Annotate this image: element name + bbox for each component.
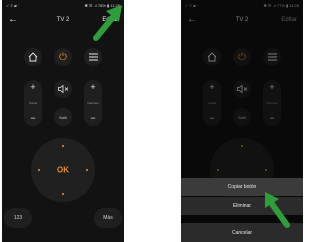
plus-icon[interactable]: + bbox=[90, 83, 95, 92]
dpad-right[interactable] bbox=[86, 169, 88, 171]
volume-rocker[interactable]: + Volumen − bbox=[84, 80, 102, 126]
home-button[interactable] bbox=[203, 48, 221, 66]
power-icon: ⏻ bbox=[59, 51, 67, 63]
menu-icon bbox=[88, 53, 98, 61]
ok-button[interactable]: OK bbox=[57, 166, 69, 175]
home-button[interactable] bbox=[24, 48, 42, 66]
channel-label: Canal bbox=[29, 101, 37, 105]
status-left: ✓ ≡ ▰ · bbox=[6, 2, 20, 8]
channel-rocker[interactable]: + Canal − bbox=[203, 80, 221, 126]
dpad-down[interactable] bbox=[62, 193, 64, 195]
minus-icon[interactable]: − bbox=[209, 114, 214, 123]
edit-button[interactable]: Editar bbox=[281, 17, 297, 23]
pointer-arrow-icon bbox=[93, 5, 122, 41]
minus-icon[interactable]: − bbox=[269, 114, 274, 123]
mute-icon bbox=[236, 85, 247, 93]
minus-icon[interactable]: − bbox=[90, 114, 95, 123]
mute-button[interactable] bbox=[54, 80, 72, 98]
exit-button[interactable]: Salir bbox=[54, 108, 72, 126]
more-button[interactable]: Más bbox=[94, 208, 122, 228]
directional-pad[interactable]: OK bbox=[31, 138, 95, 202]
volume-rocker[interactable]: + Volumen − bbox=[263, 80, 281, 126]
numbers-button[interactable]: 123 bbox=[4, 208, 32, 228]
dpad-right[interactable] bbox=[265, 169, 267, 171]
mute-button[interactable] bbox=[233, 80, 251, 98]
home-icon bbox=[207, 52, 217, 62]
status-left: ✓ ≡ ▰ · bbox=[185, 2, 199, 8]
power-icon: ⏻ bbox=[238, 51, 246, 63]
exit-button[interactable]: Salir bbox=[233, 108, 251, 126]
app-bar: ← TV 2 Editar bbox=[181, 12, 303, 30]
menu-button[interactable] bbox=[84, 48, 102, 66]
power-button[interactable]: ⏻ bbox=[54, 48, 72, 66]
minus-icon[interactable]: − bbox=[30, 114, 35, 123]
mute-icon bbox=[57, 85, 68, 93]
dpad-left[interactable] bbox=[217, 169, 219, 171]
volume-label: Volumen bbox=[87, 101, 99, 105]
menu-icon bbox=[267, 53, 277, 61]
status-bar: ✓ ≡ ▰ · ✱ ☰ .ıl 77% ▮ 11:28 bbox=[181, 0, 303, 10]
plus-icon[interactable]: + bbox=[269, 83, 274, 92]
plus-icon[interactable]: + bbox=[30, 83, 35, 92]
menu-button[interactable] bbox=[263, 48, 281, 66]
pointer-arrow-icon bbox=[265, 192, 290, 228]
status-right: ✱ ☰ .ıl 77% ▮ 11:28 bbox=[263, 2, 299, 8]
plus-icon[interactable]: + bbox=[209, 83, 214, 92]
channel-rocker[interactable]: + Canal − bbox=[24, 80, 42, 126]
channel-label: Canal bbox=[208, 101, 216, 105]
home-icon bbox=[28, 52, 38, 62]
volume-label: Volumen bbox=[266, 101, 278, 105]
dpad-left[interactable] bbox=[38, 169, 40, 171]
power-button[interactable]: ⏻ bbox=[233, 48, 251, 66]
dpad-up[interactable] bbox=[62, 145, 64, 147]
dpad-up[interactable] bbox=[241, 145, 243, 147]
